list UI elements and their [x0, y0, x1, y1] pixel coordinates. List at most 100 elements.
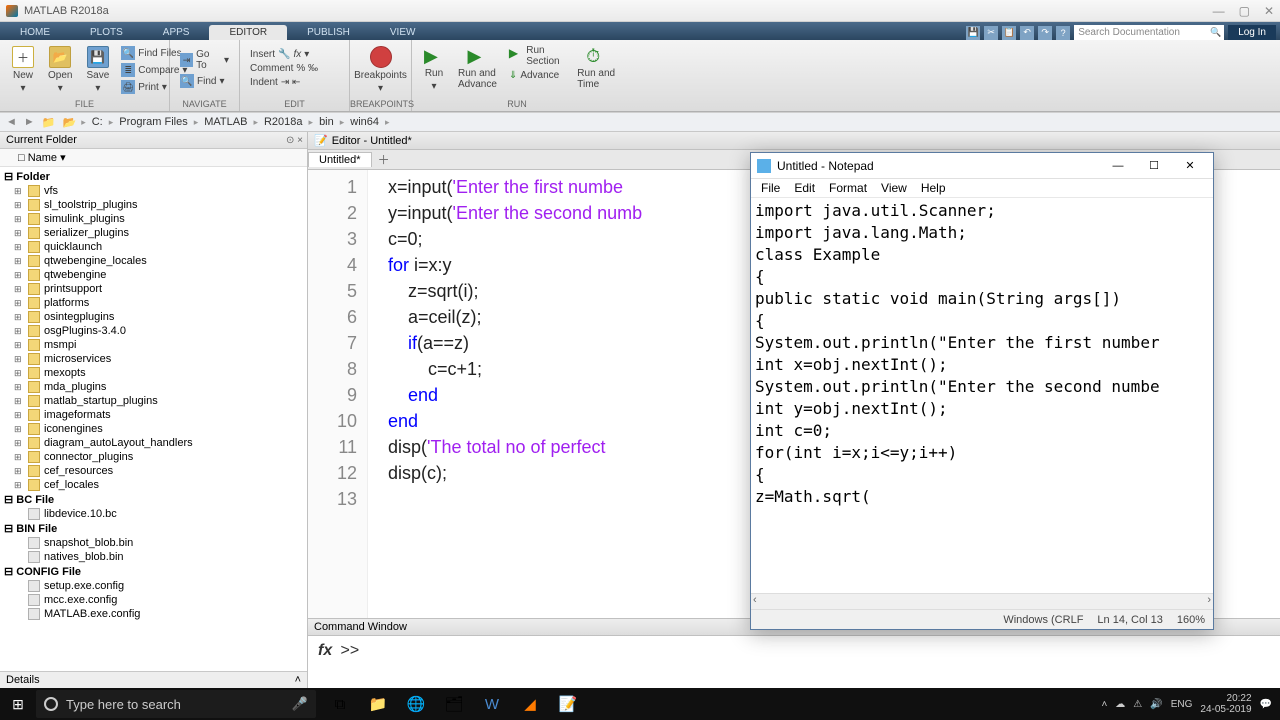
volume-icon[interactable]: 🔊 — [1150, 699, 1162, 710]
search-documentation-input[interactable]: Search Documentation — [1074, 25, 1224, 40]
notepad-taskbar-icon[interactable]: 📝 — [550, 688, 586, 720]
tree-folder[interactable]: osgPlugins-3.4.0⊞ — [0, 324, 307, 338]
folder-icon[interactable]: 📁 — [40, 116, 58, 129]
tree-folder[interactable]: diagram_autoLayout_handlers⊞ — [0, 436, 307, 450]
tree-folder[interactable]: qtwebengine_locales⊞ — [0, 254, 307, 268]
taskbar-search[interactable]: Type here to search🎤 — [36, 690, 316, 718]
help-icon[interactable]: ? — [1056, 26, 1070, 40]
tree-folder[interactable]: mda_plugins⊞ — [0, 380, 307, 394]
editor-tab[interactable]: Untitled* — [308, 152, 372, 167]
breakpoints-button[interactable]: Breakpoints▾ — [356, 44, 405, 96]
save-button[interactable]: 💾Save▾ — [80, 44, 115, 96]
tree-folder[interactable]: qtwebengine⊞ — [0, 268, 307, 282]
tree-folder[interactable]: msmpi⊞ — [0, 338, 307, 352]
tree-file[interactable]: snapshot_blob.bin — [0, 536, 307, 550]
tab-plots[interactable]: PLOTS — [70, 25, 143, 40]
new-tab-button[interactable]: ＋ — [372, 150, 396, 169]
np-menu-help[interactable]: Help — [915, 180, 952, 196]
tab-apps[interactable]: APPS — [143, 25, 210, 40]
tree-file[interactable]: natives_blob.bin — [0, 550, 307, 564]
notepad-window[interactable]: Untitled - Notepad — ☐ ✕ File Edit Forma… — [750, 152, 1214, 630]
find-button[interactable]: 🔍Find ▾ — [176, 73, 233, 89]
run-advance-button[interactable]: ▶Run and Advance — [452, 44, 503, 92]
tree-folder[interactable]: printsupport⊞ — [0, 282, 307, 296]
word-icon[interactable]: W — [474, 688, 510, 720]
tree-folder[interactable]: microservices⊞ — [0, 352, 307, 366]
tree-file[interactable]: setup.exe.config — [0, 579, 307, 593]
np-maximize-icon[interactable]: ☐ — [1137, 155, 1171, 177]
tree-file[interactable]: mcc.exe.config — [0, 593, 307, 607]
lang-icon[interactable]: ENG — [1171, 699, 1193, 710]
tree-folder[interactable]: simulink_plugins⊞ — [0, 212, 307, 226]
toolstrip-icon[interactable]: ↷ — [1038, 26, 1052, 40]
panel-menu-icon[interactable]: ⊙ × — [286, 135, 303, 146]
tree-folder[interactable]: quicklaunch⊞ — [0, 240, 307, 254]
chrome-icon[interactable]: 🌐 — [398, 688, 434, 720]
tree-folder[interactable]: imageformats⊞ — [0, 408, 307, 422]
notepad-scrollbar[interactable] — [751, 593, 1213, 609]
tree-folder[interactable]: matlab_startup_plugins⊞ — [0, 394, 307, 408]
system-tray[interactable]: ˄ ☁ ⚠ 🔊 ENG 20:2224-05-2019 💬 — [1101, 693, 1280, 715]
close-icon[interactable]: ✕ — [1264, 4, 1274, 18]
back-icon[interactable]: ◄ — [4, 116, 19, 128]
new-button[interactable]: ＋New▾ — [6, 44, 40, 96]
tree-folder[interactable]: mexopts⊞ — [0, 366, 307, 380]
np-menu-edit[interactable]: Edit — [788, 180, 821, 196]
np-menu-format[interactable]: Format — [823, 180, 873, 196]
open-button[interactable]: 📂Open▾ — [42, 44, 78, 96]
tree-file[interactable]: MATLAB.exe.config — [0, 607, 307, 621]
tab-publish[interactable]: PUBLISH — [287, 25, 370, 40]
tree-folder[interactable]: iconengines⊞ — [0, 422, 307, 436]
folder-tree[interactable]: ⊟ Foldervfs⊞sl_toolstrip_plugins⊞simulin… — [0, 167, 307, 671]
notifications-icon[interactable]: 💬 — [1260, 699, 1272, 710]
tab-editor[interactable]: EDITOR — [209, 25, 287, 40]
app-icon[interactable]: 🗂 — [436, 688, 472, 720]
notepad-titlebar[interactable]: Untitled - Notepad — ☐ ✕ — [751, 153, 1213, 179]
matlab-icon[interactable]: ◢ — [512, 688, 548, 720]
tray-up-icon[interactable]: ˄ — [1101, 699, 1107, 710]
tab-home[interactable]: HOME — [0, 25, 70, 40]
toolstrip-icon[interactable]: ↶ — [1020, 26, 1034, 40]
advance-button[interactable]: ⇓Advance — [505, 69, 569, 82]
tree-file[interactable]: libdevice.10.bc — [0, 507, 307, 521]
toolstrip-icon[interactable]: 💾 — [966, 26, 980, 40]
fx-icon[interactable]: fx — [318, 642, 332, 659]
details-panel[interactable]: Details˄ — [0, 671, 307, 688]
toolstrip-icon[interactable]: 📋 — [1002, 26, 1016, 40]
start-button[interactable]: ⊞ — [0, 688, 36, 720]
clock[interactable]: 20:2224-05-2019 — [1200, 693, 1251, 715]
comment-button[interactable]: Comment % ‰ — [246, 62, 343, 75]
toolstrip-icon[interactable]: ✂ — [984, 26, 998, 40]
up-icon[interactable]: 📂 — [60, 116, 78, 129]
run-button[interactable]: ▶Run▾ — [418, 44, 450, 94]
np-minimize-icon[interactable]: — — [1101, 155, 1135, 177]
tree-folder[interactable]: cef_resources⊞ — [0, 464, 307, 478]
explorer-icon[interactable]: 📁 — [360, 688, 396, 720]
maximize-icon[interactable]: ▢ — [1239, 4, 1250, 18]
network-icon[interactable]: ⚠ — [1133, 699, 1142, 710]
taskview-icon[interactable]: ⧉ — [322, 688, 358, 720]
onedrive-icon[interactable]: ☁ — [1115, 699, 1125, 710]
notepad-textarea[interactable]: import java.util.Scanner; import java.la… — [751, 198, 1213, 593]
goto-button[interactable]: ⇥Go To ▾ — [176, 48, 233, 72]
login-button[interactable]: Log In — [1228, 25, 1276, 40]
address-bar[interactable]: ◄ ► 📁 📂 ▸C: ▸Program Files ▸MATLAB ▸R201… — [0, 112, 1280, 132]
tree-folder[interactable]: vfs⊞ — [0, 184, 307, 198]
tree-folder[interactable]: serializer_plugins⊞ — [0, 226, 307, 240]
tree-folder[interactable]: connector_plugins⊞ — [0, 450, 307, 464]
np-menu-file[interactable]: File — [755, 180, 786, 196]
run-time-button[interactable]: ⏱Run and Time — [571, 44, 621, 92]
tab-view[interactable]: VIEW — [370, 25, 436, 40]
tree-folder[interactable]: osintegplugins⊞ — [0, 310, 307, 324]
np-menu-view[interactable]: View — [875, 180, 913, 196]
insert-button[interactable]: Insert 🔧 fx ▾ — [246, 48, 343, 61]
minimize-icon[interactable]: — — [1213, 4, 1225, 18]
np-close-icon[interactable]: ✕ — [1173, 155, 1207, 177]
indent-button[interactable]: Indent ⇥ ⇤ — [246, 76, 343, 89]
tree-folder[interactable]: platforms⊞ — [0, 296, 307, 310]
run-section-button[interactable]: ▶Run Section — [505, 44, 569, 68]
column-header[interactable]: □ Name ▾ — [0, 149, 307, 167]
tree-folder[interactable]: sl_toolstrip_plugins⊞ — [0, 198, 307, 212]
tree-folder[interactable]: cef_locales⊞ — [0, 478, 307, 492]
forward-icon[interactable]: ► — [22, 116, 37, 128]
